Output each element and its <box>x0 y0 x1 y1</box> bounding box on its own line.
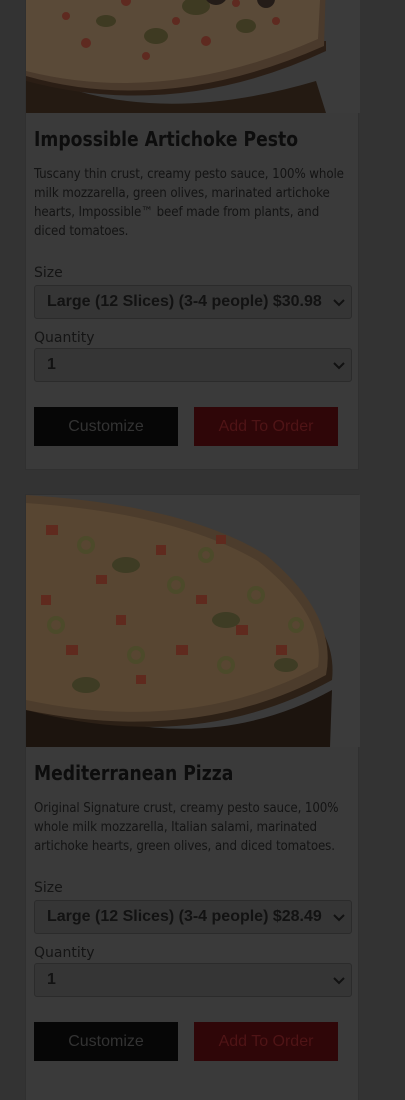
card-actions: Customize Add To Order <box>26 407 358 447</box>
add-to-order-button[interactable]: Add To Order <box>194 1022 338 1061</box>
menu-page: Impossible Artichoke Pesto Tuscany thin … <box>0 0 405 1100</box>
card-actions: Customize Add To Order <box>26 1022 358 1062</box>
quantity-label: Quantity <box>34 945 95 961</box>
chevron-down-icon <box>333 299 345 307</box>
quantity-select-value: 1 <box>47 356 56 373</box>
product-card: Mediterranean Pizza Original Signature c… <box>25 494 360 1100</box>
product-card: Impossible Artichoke Pesto Tuscany thin … <box>25 0 360 470</box>
size-select-value: Large (12 Slices) (3-4 people) $30.98 <box>47 293 322 310</box>
product-title: Impossible Artichoke Pesto <box>34 127 299 151</box>
product-description: Original Signature crust, creamy pesto s… <box>34 801 339 854</box>
quantity-label: Quantity <box>34 330 95 346</box>
customize-button[interactable]: Customize <box>34 1022 178 1061</box>
pizza-image <box>26 0 360 113</box>
chevron-down-icon <box>333 914 345 922</box>
add-to-order-button[interactable]: Add To Order <box>194 407 338 446</box>
chevron-down-icon <box>333 362 345 370</box>
size-select[interactable]: Large (12 Slices) (3-4 people) $28.49 <box>34 900 352 934</box>
size-select[interactable]: Large (12 Slices) (3-4 people) $30.98 <box>34 285 352 319</box>
size-label: Size <box>34 265 63 281</box>
pizza-photo[interactable] <box>26 0 360 113</box>
product-title: Mediterranean Pizza <box>34 761 234 785</box>
product-description: Tuscany thin crust, creamy pesto sauce, … <box>34 167 344 239</box>
pizza-image <box>26 495 360 747</box>
size-select-value: Large (12 Slices) (3-4 people) $28.49 <box>47 908 322 925</box>
quantity-select[interactable]: 1 <box>34 963 352 997</box>
pizza-photo[interactable] <box>26 495 360 747</box>
size-label: Size <box>34 880 63 896</box>
quantity-select-value: 1 <box>47 971 56 988</box>
chevron-down-icon <box>333 977 345 985</box>
customize-button[interactable]: Customize <box>34 407 178 446</box>
quantity-select[interactable]: 1 <box>34 348 352 382</box>
